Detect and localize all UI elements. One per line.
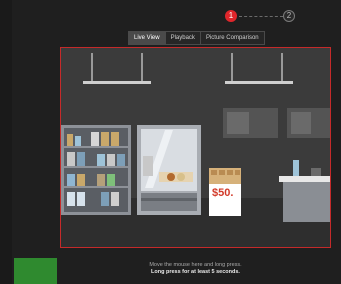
- tab-playback[interactable]: Playback: [165, 31, 201, 45]
- status-indicator: [14, 258, 57, 284]
- hint-instruction: Move the mouse here and long press.: [149, 262, 242, 268]
- store-scene-image: $50.: [61, 48, 330, 247]
- hint-long-press: Long press for at least 5 seconds.: [151, 269, 240, 275]
- tab-live-view[interactable]: Live View: [128, 31, 166, 45]
- tab-picture-comparison[interactable]: Picture Comparison: [200, 31, 265, 45]
- stepper: 1 2: [225, 10, 295, 24]
- step-1[interactable]: 1: [225, 10, 237, 22]
- left-panel: [0, 0, 12, 284]
- price-sign: $50.: [212, 187, 233, 199]
- live-video-preview[interactable]: $50.: [60, 47, 331, 248]
- view-tabs: Live View Playback Picture Comparison: [128, 31, 265, 45]
- step-connector: [239, 16, 283, 17]
- step-2[interactable]: 2: [283, 10, 295, 22]
